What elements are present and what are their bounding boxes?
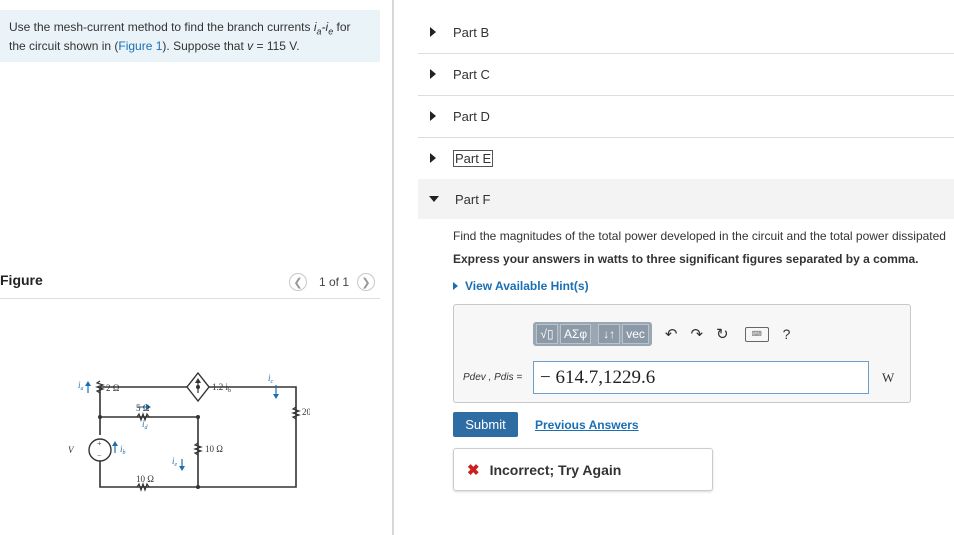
label-r20: 20 Ω	[302, 407, 310, 417]
previous-answers-link[interactable]: Previous Answers	[535, 418, 639, 432]
part-b-header[interactable]: Part B	[418, 11, 954, 54]
label-plus: +	[97, 439, 102, 448]
part-d-header[interactable]: Part D	[418, 95, 954, 138]
view-hints-link[interactable]: View Available Hint(s)	[453, 279, 589, 293]
answer-box: √▯ ΑΣφ ↓↑ vec ↶ ↷ ↻ ⌨ ? Pdev , Pdis = − …	[453, 304, 911, 403]
subscript-superscript-button[interactable]: ↓↑	[598, 324, 621, 344]
part-f-label: Part F	[455, 191, 491, 207]
part-e-label: Part E	[453, 149, 494, 167]
expand-triangle-icon	[430, 111, 436, 121]
label-r10-mid: 10 Ω	[205, 444, 223, 454]
label-r5: 5 Ω	[136, 403, 150, 413]
keyboard-icon[interactable]: ⌨	[744, 326, 769, 342]
figure-title: Figure	[0, 272, 43, 288]
collapse-triangle-icon	[429, 196, 439, 202]
expand-triangle-icon	[430, 69, 436, 79]
label-dep-source: 1.2 ib	[212, 382, 231, 394]
label-r10-bottom: 10 Ω	[136, 474, 154, 484]
prev-figure-button[interactable]: ❮	[289, 273, 307, 291]
left-pane: Use the mesh-current method to find the …	[0, 0, 392, 535]
circuit-diagram: 2 Ω 5 Ω 10 Ω 10 Ω 20 Ω 1.2 ib V + − ia i…	[68, 371, 310, 492]
figure-pager: ❮ 1 of 1 ❯	[289, 273, 376, 291]
vector-button[interactable]: vec	[622, 324, 649, 344]
answer-unit: W	[882, 370, 895, 385]
submit-button[interactable]: Submit	[453, 412, 518, 437]
expand-triangle-icon	[430, 27, 436, 37]
label-ie: ie	[172, 456, 178, 468]
label-v: V	[68, 445, 75, 455]
part-c-label: Part C	[453, 66, 490, 82]
incorrect-x-icon: ✖	[467, 461, 480, 479]
undo-icon[interactable]: ↶	[665, 325, 678, 343]
right-pane: Part B Part C Part D Part E Part F Find …	[394, 0, 954, 535]
part-f-instruction: Express your answers in watts to three s…	[453, 252, 919, 266]
label-ic: ic	[268, 373, 274, 385]
figure-link[interactable]: Figure 1	[118, 39, 162, 53]
chevron-left-icon: ❮	[293, 276, 303, 289]
part-c-header[interactable]: Part C	[418, 53, 954, 96]
expand-triangle-icon	[430, 153, 436, 163]
chevron-right-icon: ❯	[361, 276, 371, 289]
problem-statement: Use the mesh-current method to find the …	[0, 10, 380, 62]
feedback-box: ✖ Incorrect; Try Again	[453, 448, 713, 491]
templates-button[interactable]: √▯	[536, 324, 558, 344]
figure-divider	[0, 298, 380, 299]
reset-icon[interactable]: ↻	[716, 325, 729, 343]
part-f-question: Find the magnitudes of the total power d…	[453, 229, 946, 243]
template-group: √▯ ΑΣφ ↓↑ vec	[533, 322, 652, 346]
label-r2: 2 Ω	[106, 383, 120, 393]
feedback-text: Incorrect; Try Again	[489, 461, 622, 478]
label-ia: ia	[78, 380, 84, 392]
part-e-header[interactable]: Part E	[418, 137, 954, 179]
label-ib: ib	[120, 444, 126, 456]
math-toolbar: √▯ ΑΣφ ↓↑ vec ↶ ↷ ↻ ⌨ ?	[533, 322, 790, 346]
help-button[interactable]: ?	[783, 326, 791, 342]
greek-symbols-button[interactable]: ΑΣφ	[560, 324, 592, 344]
hint-triangle-icon	[453, 282, 458, 290]
part-d-label: Part D	[453, 108, 490, 124]
next-figure-button[interactable]: ❯	[357, 273, 376, 291]
part-f-header[interactable]: Part F	[418, 179, 954, 219]
figure-count: 1 of 1	[319, 275, 350, 289]
part-b-label: Part B	[453, 24, 490, 40]
answer-label: Pdev , Pdis =	[463, 372, 523, 383]
label-minus: −	[97, 451, 102, 460]
answer-input[interactable]: − 614.7,1229.6	[533, 361, 869, 394]
redo-icon[interactable]: ↷	[690, 325, 703, 343]
